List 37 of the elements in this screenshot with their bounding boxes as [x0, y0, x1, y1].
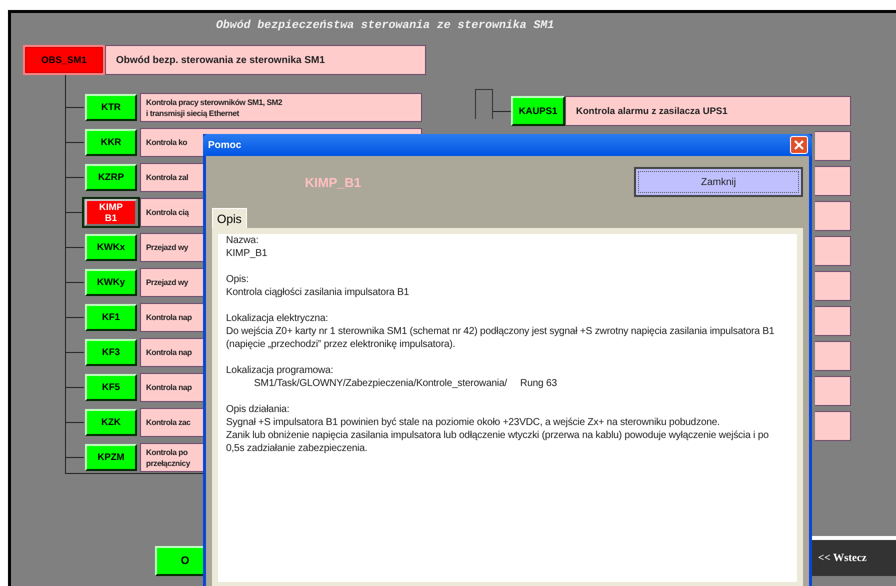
status-button[interactable]: OBS_SM1 [23, 45, 105, 75]
description-box [815, 131, 851, 161]
status-button[interactable]: KF1 [85, 304, 137, 331]
status-button[interactable]: KAUPS1 [511, 96, 565, 126]
section-text: Kontrola ciągłości zasilania impulsatora B1 [226, 286, 410, 299]
status-button[interactable]: KIMP B1 [85, 199, 137, 226]
section-label: Opis: [226, 273, 250, 286]
description-box [815, 166, 851, 196]
description-box [815, 306, 851, 336]
status-button[interactable]: KTR [85, 94, 137, 121]
description-box [815, 201, 851, 231]
description-box [815, 341, 851, 371]
section-label: Nazwa: [226, 234, 260, 247]
description-box [815, 236, 851, 266]
status-button[interactable]: KF3 [85, 339, 137, 366]
status-button[interactable]: KWKx [85, 234, 137, 261]
description-label: Kontrola alarmu z zasilacza UPS1 [565, 96, 851, 126]
screen-title: Obwód bezpieczeństwa sterowania ze sterownika SM1 [216, 18, 554, 34]
status-button[interactable]: KKR [85, 129, 137, 156]
description-box [815, 411, 851, 441]
status-button[interactable]: KWKy [85, 269, 137, 296]
status-button[interactable]: KPZM [85, 444, 137, 471]
close-icon[interactable] [790, 136, 808, 154]
connector-line [475, 89, 493, 119]
section-text: KIMP_B1 [226, 247, 268, 260]
section-label: Lokalizacja elektryczna: [226, 312, 330, 325]
description-box [815, 271, 851, 301]
tab[interactable]: Opis [212, 208, 247, 228]
description-label: Obwód bezp. sterowania ze sterownika SM1 [105, 45, 426, 75]
description-box [815, 376, 851, 406]
description-label: Kontrola pracy sterowników SM1, SM2 i transmisji siecią Ethernet [140, 93, 422, 122]
close-button[interactable]: Zamknij [634, 167, 803, 197]
dialog-heading: KIMP_B1 [304, 174, 362, 190]
status-button[interactable]: KZRP [85, 164, 137, 191]
dialog-title: Pomoc [208, 140, 242, 150]
status-button[interactable]: KF5 [85, 374, 137, 401]
status-button[interactable]: KZK [85, 409, 137, 436]
